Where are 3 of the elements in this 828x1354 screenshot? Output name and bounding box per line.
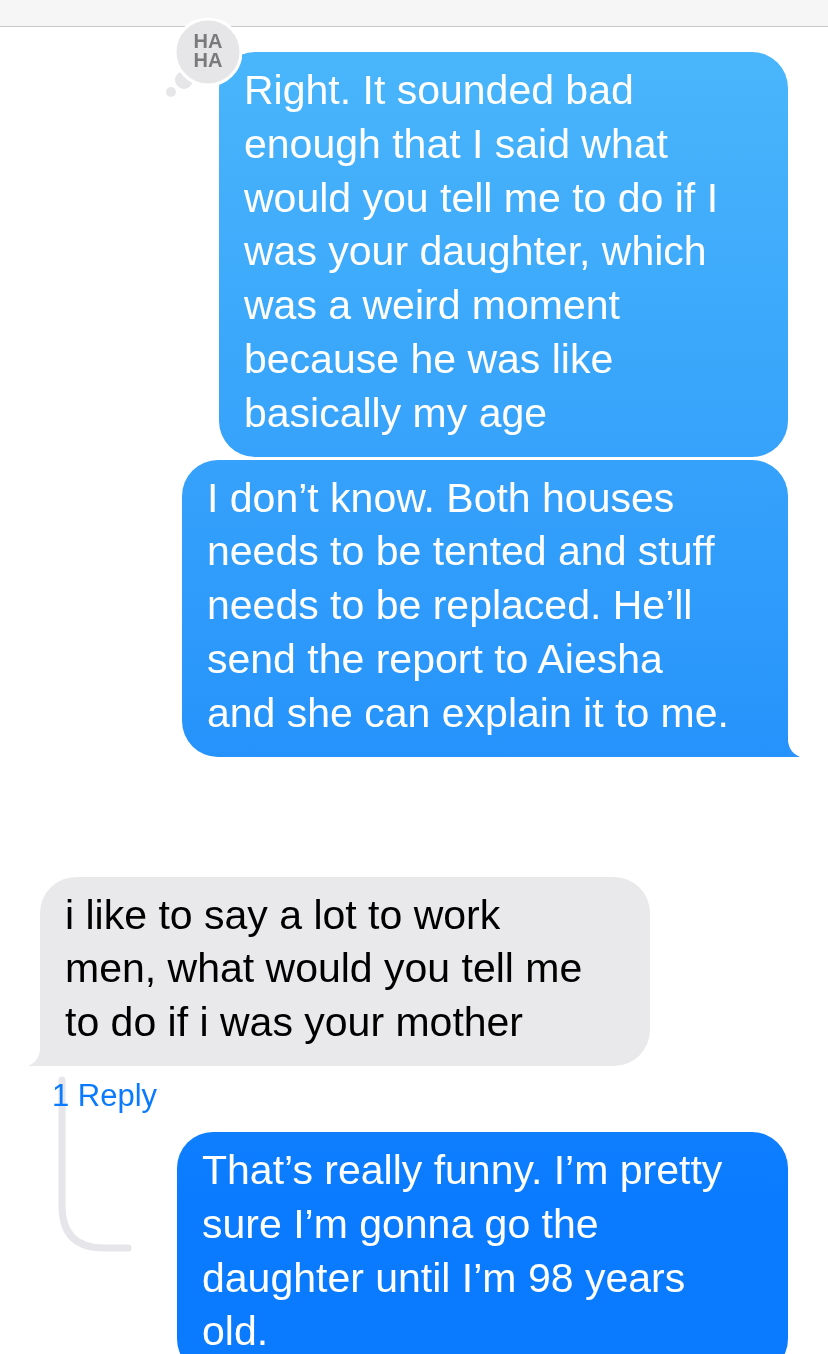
message-bubble: That’s really funny. I’m pretty sure I’m gonna go the daughter until I’m 98 years old.	[177, 1131, 788, 1354]
bubble-tail-icon	[788, 740, 800, 757]
replies-link[interactable]: 1 Reply	[40, 1065, 158, 1126]
